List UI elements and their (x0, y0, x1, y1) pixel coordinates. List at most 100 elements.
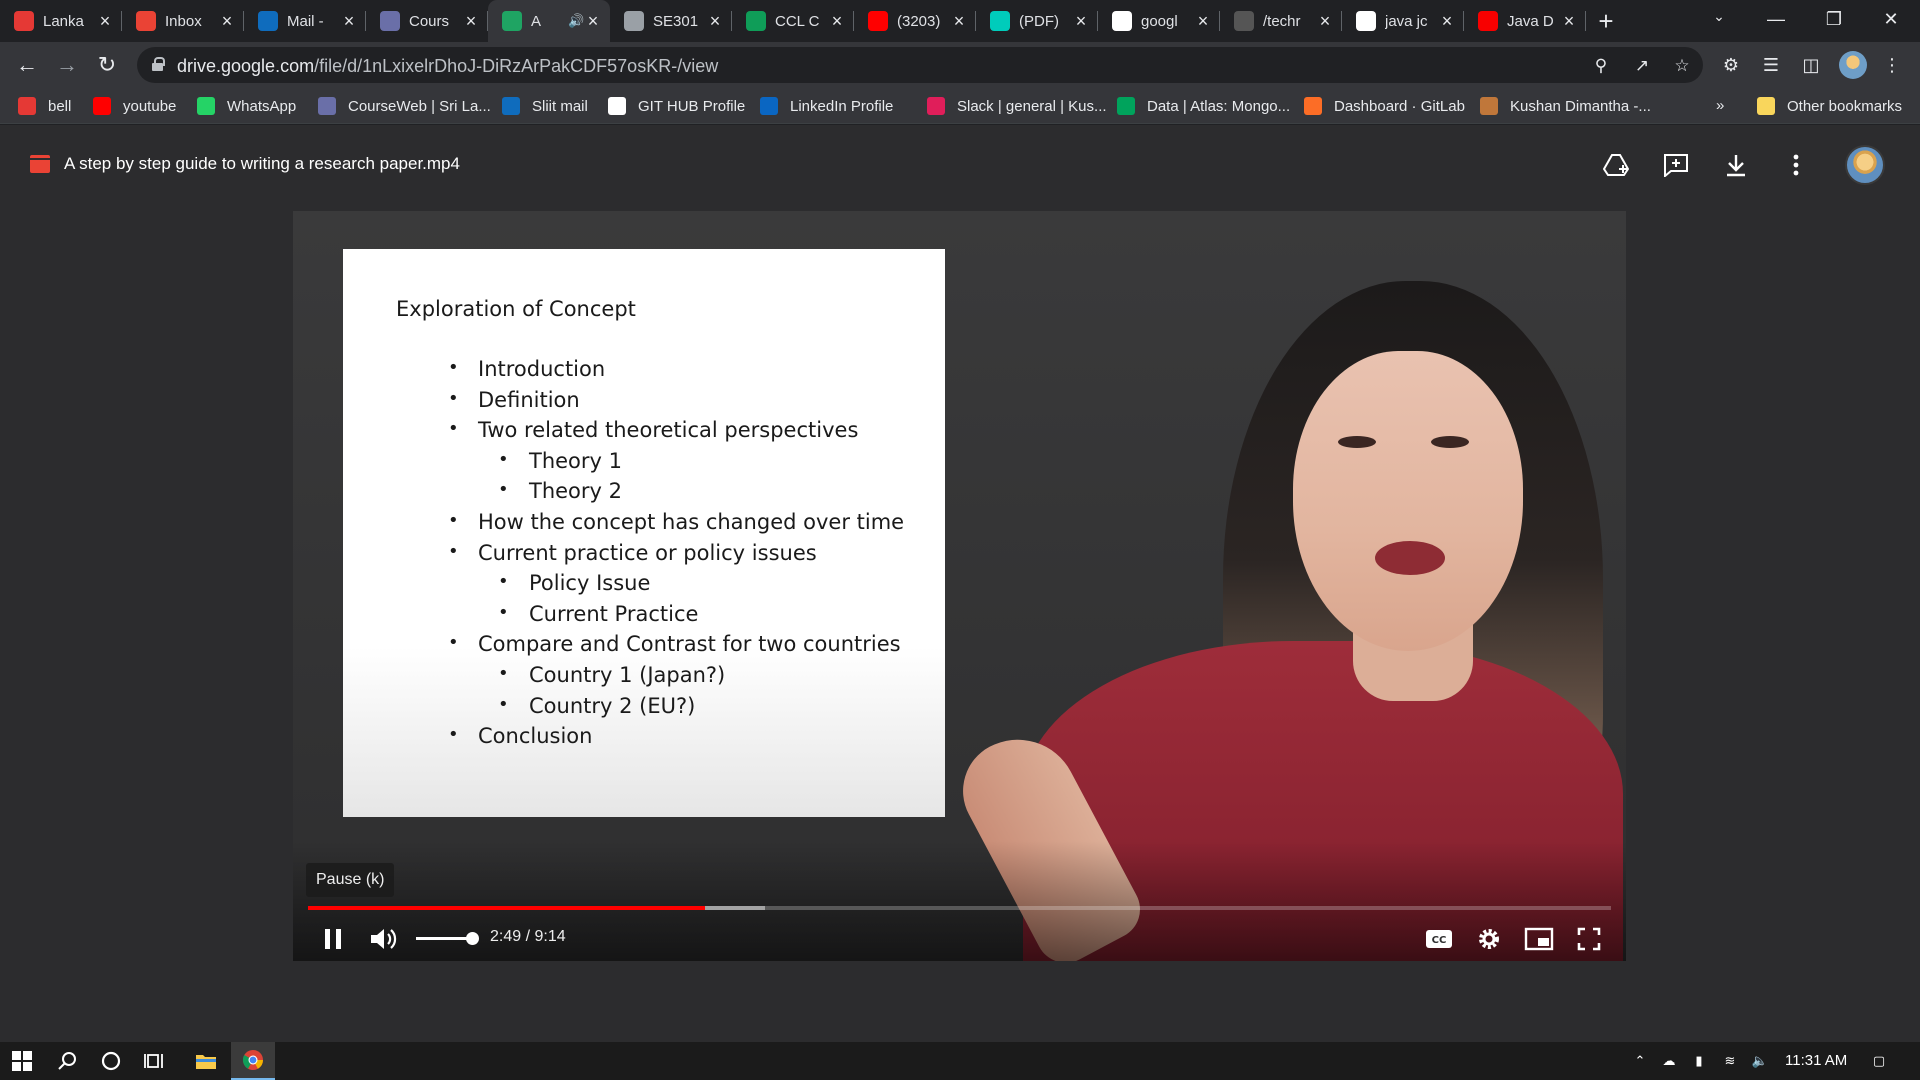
progress-bar[interactable] (308, 906, 1611, 910)
key-icon[interactable]: ⚲ (1590, 55, 1612, 77)
cortana-button[interactable] (89, 1042, 133, 1080)
pause-button[interactable] (315, 921, 351, 957)
extensions-icon[interactable]: ⚙ (1719, 53, 1743, 77)
mute-button[interactable] (365, 921, 401, 957)
taskbar-clock[interactable]: 11:31 AM (1785, 1052, 1847, 1069)
lock-icon[interactable] (152, 57, 165, 71)
bookmark-star-icon[interactable]: ☆ (1671, 55, 1693, 77)
bookmark-item[interactable]: WhatsApp (197, 95, 296, 117)
forward-button[interactable]: → (53, 51, 81, 79)
restore-button[interactable]: ❐ (1805, 0, 1863, 38)
settings-button[interactable] (1471, 921, 1507, 957)
search-button[interactable] (45, 1042, 89, 1080)
tab-close-icon[interactable]: × (584, 11, 602, 32)
url-text[interactable]: drive.google.com/file/d/1nLxixelrDhoJ-Di… (177, 56, 718, 77)
battery-icon[interactable]: ▮ (1690, 1053, 1708, 1069)
share-icon[interactable]: ↗ (1631, 55, 1653, 77)
bookmark-item[interactable]: bell (18, 95, 71, 117)
miniplayer-button[interactable] (1521, 921, 1557, 957)
tab-title: A (531, 12, 542, 30)
browser-tab[interactable]: java jc × (1342, 0, 1464, 42)
bookmark-item[interactable]: Dashboard · GitLab (1304, 95, 1465, 117)
tab-close-icon[interactable]: × (828, 11, 846, 32)
onedrive-cloud-icon[interactable]: ☁ (1660, 1053, 1678, 1069)
browser-tab[interactable]: (PDF) × (976, 0, 1098, 42)
browser-toolbar: ← → ↻ drive.google.com/file/d/1nLxixelrD… (0, 42, 1920, 88)
slack-icon (927, 97, 945, 115)
bookmark-item[interactable]: GIT HUB Profile (608, 95, 745, 117)
notification-center-icon[interactable]: ▢ (1870, 1053, 1888, 1069)
browser-tab[interactable]: CCL C × (732, 0, 854, 42)
video-file-icon (30, 155, 50, 173)
tab-search-icon[interactable]: ⌄ (1707, 8, 1731, 32)
download-icon[interactable] (1721, 150, 1751, 180)
tab-close-icon[interactable]: × (1438, 11, 1456, 32)
tab-audio-icon[interactable]: 🔊 (568, 13, 584, 29)
start-button[interactable] (0, 1042, 44, 1080)
tab-close-icon[interactable]: × (1316, 11, 1334, 32)
video-player[interactable]: Exploration of Concept IntroductionDefin… (293, 211, 1626, 961)
presenter-face (1293, 351, 1523, 651)
other-bookmarks-folder[interactable]: Other bookmarks (1757, 95, 1902, 117)
address-bar[interactable]: drive.google.com/file/d/1nLxixelrDhoJ-Di… (137, 47, 1703, 83)
tab-close-icon[interactable]: × (218, 11, 236, 32)
bookmark-item[interactable]: CourseWeb | Sri La... (318, 95, 491, 117)
wifi-icon[interactable]: ≋ (1721, 1053, 1739, 1069)
menu-kebab-icon[interactable]: ⋮ (1880, 53, 1904, 77)
back-button[interactable]: ← (13, 51, 41, 79)
slide-sub-bullet: Theory 1 (343, 449, 945, 480)
close-window-button[interactable]: ✕ (1862, 0, 1920, 38)
media-control-icon[interactable]: ☰ (1759, 53, 1783, 77)
add-comment-icon[interactable] (1661, 150, 1691, 180)
tab-close-icon[interactable]: × (950, 11, 968, 32)
browser-tab[interactable]: /techr × (1220, 0, 1342, 42)
speaker-icon[interactable]: 🔈 (1751, 1053, 1769, 1069)
tab-close-icon[interactable]: × (340, 11, 358, 32)
more-actions-icon[interactable] (1781, 150, 1811, 180)
tab-title: (PDF) (1019, 12, 1059, 30)
minimize-button[interactable]: — (1747, 0, 1805, 38)
browser-tab[interactable]: Lanka × (0, 0, 122, 42)
bookmarks-overflow-button[interactable]: » (1716, 97, 1724, 114)
browser-tab[interactable]: SE301 × (610, 0, 732, 42)
volume-slider[interactable] (416, 937, 472, 940)
slide-bullet: How the concept has changed over time (343, 510, 945, 541)
presenter-mouth (1375, 541, 1445, 575)
bookmark-item[interactable]: Data | Atlas: Mongo... (1117, 95, 1290, 117)
captions-button[interactable]: CC (1421, 921, 1457, 957)
tab-close-icon[interactable]: × (462, 11, 480, 32)
tab-close-icon[interactable]: × (1194, 11, 1212, 32)
tab-close-icon[interactable]: × (706, 11, 724, 32)
browser-tab[interactable]: (3203) × (854, 0, 976, 42)
browser-tab[interactable]: googl × (1098, 0, 1220, 42)
browser-tab[interactable]: Mail - × (244, 0, 366, 42)
side-panel-icon[interactable]: ◫ (1799, 53, 1823, 77)
tab-close-icon[interactable]: × (1560, 11, 1578, 32)
profile-avatar[interactable] (1839, 51, 1867, 79)
volume-icon (371, 929, 397, 949)
browser-tab[interactable]: Cours × (366, 0, 488, 42)
reload-button[interactable]: ↻ (93, 51, 121, 79)
bookmark-item[interactable]: Kushan Dimantha -... (1480, 95, 1651, 117)
browser-tab[interactable]: Java D × (1464, 0, 1586, 42)
bookmark-item[interactable]: Sliit mail (502, 95, 588, 117)
gmail-icon (136, 11, 156, 31)
new-tab-button[interactable]: + (1586, 0, 1626, 42)
task-view-button[interactable] (133, 1042, 177, 1080)
slide-title: Exploration of Concept (396, 297, 636, 321)
bookmark-item[interactable]: Slack | general | Kus... (927, 95, 1107, 117)
browser-tab[interactable]: A 🔊 × (488, 0, 610, 42)
browser-tab[interactable]: Inbox × (122, 0, 244, 42)
tab-close-icon[interactable]: × (1072, 11, 1090, 32)
file-explorer-button[interactable] (184, 1042, 228, 1080)
volume-slider-handle[interactable] (466, 932, 479, 945)
bookmark-item[interactable]: LinkedIn Profile (760, 95, 893, 117)
add-to-drive-icon[interactable] (1601, 150, 1631, 180)
show-hidden-icons-chevron[interactable]: ⌃ (1631, 1053, 1649, 1069)
account-avatar[interactable] (1845, 145, 1885, 185)
tab-close-icon[interactable]: × (96, 11, 114, 32)
chrome-taskbar-button[interactable] (231, 1042, 275, 1080)
bookmark-item[interactable]: youtube (93, 95, 176, 117)
fullscreen-button[interactable] (1571, 921, 1607, 957)
slide-bullet: Conclusion (343, 724, 945, 755)
